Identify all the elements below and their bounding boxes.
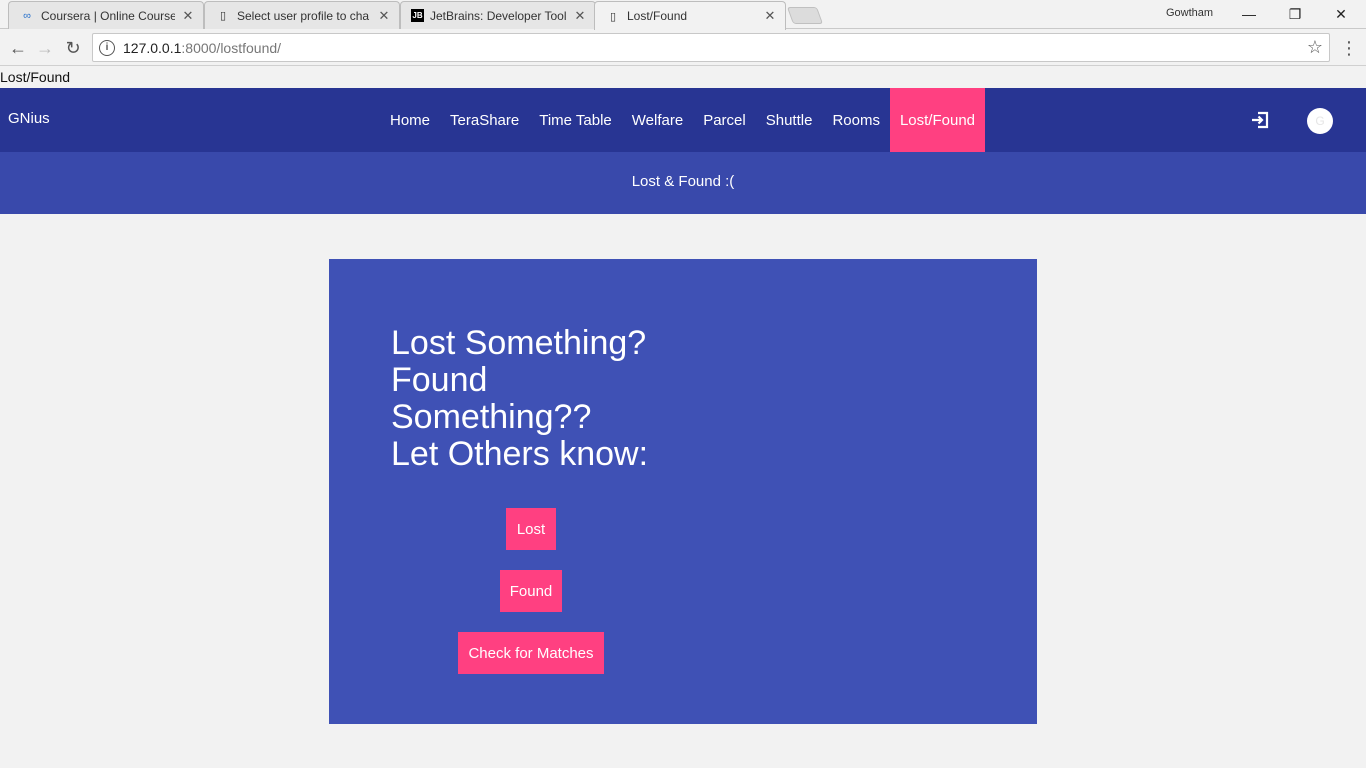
close-icon[interactable]: ✕: [181, 8, 195, 24]
nav-rooms[interactable]: Rooms: [822, 88, 890, 152]
new-tab-button[interactable]: [786, 7, 824, 24]
found-button[interactable]: Found: [500, 570, 562, 612]
nav-terashare[interactable]: TeraShare: [440, 88, 529, 152]
nav-home[interactable]: Home: [380, 88, 440, 152]
url-path: :8000/lostfound/: [181, 39, 282, 56]
nav-welfare[interactable]: Welfare: [622, 88, 693, 152]
address-bar[interactable]: i 127.0.0.1:8000/lostfound/ ☆: [92, 33, 1330, 62]
url-host: 127.0.0.1: [123, 39, 182, 56]
headline-line: Something??: [391, 398, 592, 436]
forward-icon[interactable]: →: [32, 35, 58, 61]
brand-logo-text[interactable]: GNius: [8, 110, 50, 127]
reload-icon[interactable]: ↻: [60, 35, 86, 61]
app-bar: GNius Home TeraShare Time Table Welfare …: [0, 88, 1366, 152]
tab-strip: ∞ Coursera | Online Course ✕ ▯ Select us…: [0, 0, 1366, 30]
lost-found-card: Lost Something? Found Something?? Let Ot…: [329, 259, 1037, 724]
headline-line: Lost Something?: [391, 324, 647, 362]
coursera-icon: ∞: [23, 9, 31, 22]
page-subtitle: Lost & Found :(: [631, 173, 735, 190]
page-icon: ▯: [609, 10, 617, 23]
tab-title: Select user profile to cha: [237, 8, 370, 23]
bookmark-star-icon[interactable]: ☆: [1307, 37, 1323, 58]
card-headline: Lost Something? Found Something?? Let Ot…: [391, 325, 671, 473]
subheader-bar: Lost & Found :(: [0, 152, 1366, 214]
nav-lost-found[interactable]: Lost/Found: [889, 88, 986, 152]
nav-shuttle[interactable]: Shuttle: [756, 88, 823, 152]
headline-line: Found: [391, 361, 488, 399]
jetbrains-icon: JB: [411, 9, 424, 22]
tab-lost-found[interactable]: ▯ Lost/Found ✕: [594, 1, 786, 30]
close-icon[interactable]: ✕: [573, 8, 587, 24]
browser-toolbar: ← → ↻ i 127.0.0.1:8000/lostfound/ ☆ ⋮: [0, 30, 1366, 66]
tab-coursera[interactable]: ∞ Coursera | Online Course ✕: [8, 1, 204, 29]
close-icon[interactable]: ✕: [377, 8, 391, 24]
page-icon: ▯: [219, 10, 227, 22]
logout-icon[interactable]: [1248, 108, 1272, 132]
back-icon[interactable]: ←: [5, 35, 31, 61]
window-close-icon[interactable]: ✕: [1318, 0, 1364, 28]
avatar[interactable]: G: [1307, 108, 1333, 134]
lost-button[interactable]: Lost: [506, 508, 556, 550]
tab-title: JetBrains: Developer Tool: [430, 8, 567, 23]
profile-name[interactable]: Gowtham: [1166, 7, 1213, 19]
minimize-icon[interactable]: —: [1226, 0, 1272, 28]
restore-icon[interactable]: ❐: [1272, 0, 1318, 28]
check-matches-button[interactable]: Check for Matches: [458, 632, 604, 674]
tab-title: Lost/Found: [627, 9, 688, 23]
close-icon[interactable]: ✕: [763, 8, 777, 24]
web-page: Lost/Found GNius Home TeraShare Time Tab…: [0, 67, 1366, 768]
nav-parcel[interactable]: Parcel: [693, 88, 756, 152]
info-icon[interactable]: i: [99, 39, 115, 56]
tab-jetbrains[interactable]: JB JetBrains: Developer Tool ✕: [400, 1, 596, 29]
tab-title: Coursera | Online Course: [41, 8, 175, 23]
page-title-text: Lost/Found: [0, 69, 71, 85]
main-nav: Home TeraShare Time Table Welfare Parcel…: [380, 88, 986, 152]
headline-line: Let Others know:: [391, 435, 649, 473]
browser-menu-icon[interactable]: ⋮: [1340, 35, 1358, 61]
tab-select-profile[interactable]: ▯ Select user profile to cha ✕: [204, 1, 400, 29]
nav-time-table[interactable]: Time Table: [529, 88, 622, 152]
